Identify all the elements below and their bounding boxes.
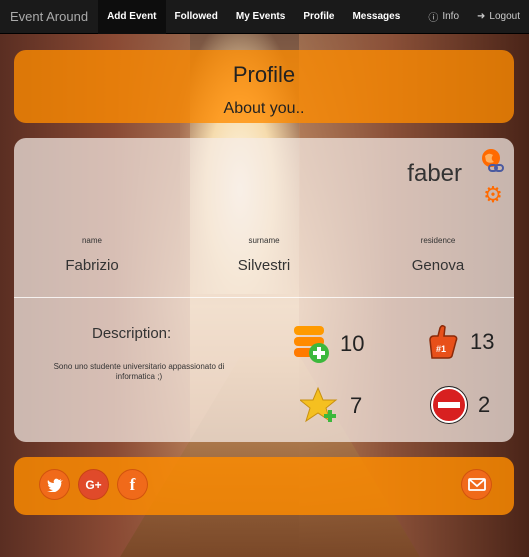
nav-add-event[interactable]: Add Event bbox=[98, 0, 166, 34]
description-text: Sono uno studente universitario appassio… bbox=[53, 362, 225, 381]
twitter-button[interactable] bbox=[39, 469, 70, 500]
info-icon: ⓘ bbox=[428, 13, 439, 24]
google-plus-icon: G+ bbox=[85, 477, 102, 492]
social-footer: G+ f bbox=[14, 457, 514, 515]
nav-info-label: Info bbox=[442, 11, 460, 22]
nav-info[interactable]: ⓘ Info bbox=[419, 0, 468, 34]
profile-panel: faber ⚙ name Fabrizio surname Silvestri … bbox=[14, 138, 514, 442]
logout-icon: ➜ bbox=[477, 11, 486, 22]
foam-finger-icon: #1 bbox=[429, 324, 458, 359]
stat-events[interactable]: 10 bbox=[292, 324, 364, 364]
block-icon bbox=[430, 386, 468, 424]
followers-count: 13 bbox=[470, 329, 495, 354]
star-add-icon bbox=[300, 386, 338, 423]
username: faber bbox=[407, 160, 462, 187]
navbar: Event Around Add Event Followed My Event… bbox=[0, 0, 529, 34]
link-account-icon[interactable] bbox=[480, 148, 504, 174]
divider bbox=[14, 297, 514, 298]
name-label: name bbox=[81, 236, 102, 245]
residence-value: Genova bbox=[411, 257, 465, 274]
page-subtitle: About you.. bbox=[223, 100, 305, 117]
stat-followers[interactable]: #1 13 bbox=[426, 324, 494, 360]
blocked-count: 2 bbox=[478, 392, 491, 417]
favorites-count: 7 bbox=[350, 393, 363, 418]
nav-profile[interactable]: Profile bbox=[294, 0, 343, 34]
nav-my-events[interactable]: My Events bbox=[227, 0, 294, 34]
twitter-icon bbox=[46, 478, 63, 492]
field-residence: residence Genova bbox=[398, 236, 478, 274]
mail-icon bbox=[467, 478, 486, 491]
nav-logout[interactable]: ➜ Logout bbox=[468, 0, 529, 34]
surname-value: Silvestri bbox=[237, 257, 291, 274]
residence-label: residence bbox=[420, 236, 456, 245]
stat-favorites[interactable]: 7 bbox=[300, 386, 362, 426]
events-count: 10 bbox=[340, 331, 365, 356]
profile-header-panel: Profile About you.. bbox=[14, 50, 514, 123]
facebook-button[interactable]: f bbox=[117, 469, 148, 500]
nav-followed[interactable]: Followed bbox=[166, 0, 227, 34]
field-surname: surname Silvestri bbox=[224, 236, 304, 274]
nav-logout-label: Logout bbox=[489, 11, 520, 22]
svg-text:#1: #1 bbox=[436, 344, 446, 354]
nav-messages[interactable]: Messages bbox=[343, 0, 409, 34]
facebook-icon: f bbox=[129, 474, 136, 494]
page-title: Profile bbox=[232, 62, 296, 87]
surname-label: surname bbox=[248, 236, 280, 245]
gear-icon[interactable]: ⚙ bbox=[482, 182, 504, 207]
email-button[interactable] bbox=[461, 469, 492, 500]
field-name: name Fabrizio bbox=[52, 236, 132, 274]
google-plus-button[interactable]: G+ bbox=[78, 469, 109, 500]
events-stack-add-icon bbox=[294, 326, 329, 363]
description-title: Description: bbox=[92, 325, 172, 342]
brand-link[interactable]: Event Around bbox=[0, 0, 98, 34]
stat-blocked[interactable]: 2 bbox=[430, 386, 490, 424]
name-value: Fabrizio bbox=[65, 257, 119, 274]
